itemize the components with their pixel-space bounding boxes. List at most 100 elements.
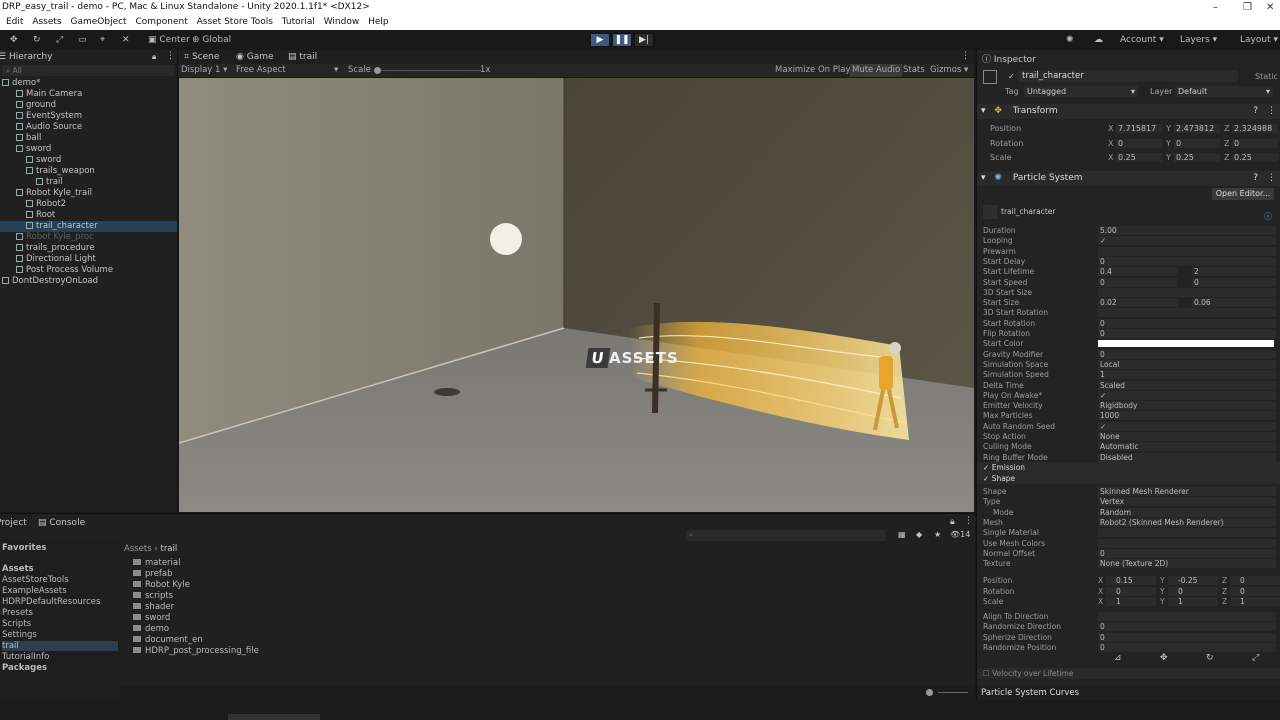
icon-size-slider[interactable] (938, 692, 968, 693)
project-file-item[interactable]: HDRP_post_processing_file (133, 646, 259, 656)
static-toggle[interactable]: Static (1255, 72, 1278, 81)
shape-z-field[interactable] (1230, 597, 1280, 606)
shape-rotate-icon[interactable]: ↻ (1206, 653, 1214, 663)
project-tree-item[interactable]: Presets (2, 608, 33, 618)
hierarchy-row[interactable]: Directional Light (0, 254, 177, 265)
hierarchy-row[interactable]: Robot2 (0, 199, 177, 210)
project-file-item[interactable]: prefab (133, 569, 173, 579)
menu-help[interactable]: Help (368, 17, 389, 27)
tab-scene[interactable]: ⌗ Scene (184, 52, 219, 62)
project-file-item[interactable]: document_en (133, 635, 203, 645)
hierarchy-row[interactable]: Main Camera (0, 89, 177, 100)
ps-prop-field[interactable] (1098, 432, 1276, 441)
ps-prop-field[interactable] (1098, 256, 1276, 266)
pivot-center-button[interactable]: ▣ Center (148, 33, 190, 47)
project-file-item[interactable]: demo (133, 624, 169, 634)
hierarchy-row[interactable]: demo* (0, 78, 177, 89)
project-file-item[interactable]: shader (133, 602, 174, 612)
minimize-icon[interactable]: – (1213, 0, 1218, 15)
close-icon[interactable]: ✕ (1266, 0, 1274, 15)
shape-move-icon[interactable]: ✥ (1160, 653, 1168, 663)
pause-button[interactable]: ❚❚ (612, 33, 632, 47)
hierarchy-search-input[interactable]: ⌕ All (2, 65, 174, 76)
tab-trail[interactable]: ▤ trail (288, 52, 317, 62)
tab-project[interactable]: Project (0, 518, 27, 528)
layers-dropdown[interactable]: Layers ▾ (1180, 33, 1217, 47)
tab-inspector[interactable]: ⓘ Inspector (982, 52, 1036, 65)
tab-game[interactable]: ◉ Game (236, 52, 274, 62)
more-menu-icon[interactable]: ⋮ (166, 51, 175, 61)
hierarchy-row[interactable]: sword (0, 144, 177, 155)
ps-prop-field[interactable] (1098, 411, 1276, 421)
menu-tutorial[interactable]: Tutorial (282, 17, 315, 27)
hierarchy-row[interactable]: Audio Source (0, 122, 177, 133)
project-file-item[interactable]: material (133, 558, 180, 568)
velocity-lifetime-header[interactable]: ☐ Velocity over Lifetime (977, 668, 1280, 679)
hierarchy-tab[interactable]: ☰ Hierarchy (0, 52, 52, 62)
play-button[interactable]: ▶ (590, 33, 610, 47)
ps-prop-field[interactable] (1098, 548, 1276, 558)
scale-tool-icon[interactable]: ⤢ (56, 33, 63, 47)
tab-console[interactable]: ▤ Console (38, 518, 85, 528)
project-tree-item[interactable]: ExampleAssets (2, 586, 67, 596)
stats-toggle[interactable]: Stats (903, 64, 925, 77)
project-tree-item[interactable]: HDRPDefaultResources (2, 597, 100, 607)
ps-prop-field[interactable] (1098, 287, 1276, 297)
hierarchy-row[interactable]: ground (0, 100, 177, 111)
breadcrumb-trail[interactable]: trail (160, 544, 177, 554)
ps-prop-field[interactable] (1098, 349, 1276, 359)
assets-root[interactable]: Assets (2, 564, 34, 574)
hierarchy-row[interactable]: Robot Kyle_proc (0, 232, 177, 243)
filter-label-icon[interactable]: ◆ (916, 530, 922, 539)
menu-window[interactable]: Window (324, 17, 360, 27)
project-tree-item[interactable]: trail (2, 641, 118, 651)
menu-asset-store-tools[interactable]: Asset Store Tools (197, 17, 273, 27)
scale-slider[interactable] (376, 70, 481, 71)
shape-z-field[interactable] (1230, 576, 1280, 585)
project-tree-item[interactable]: Settings (2, 630, 37, 640)
project-tree-item[interactable]: Scripts (2, 619, 31, 629)
open-editor-button[interactable]: Open Editor... (1212, 188, 1274, 200)
lock-icon[interactable]: 🔒︎ (152, 52, 156, 62)
ps-prop-field[interactable] (1098, 421, 1276, 431)
hierarchy-row[interactable]: EventSystem (0, 111, 177, 122)
rotate-tool-icon[interactable]: ↻ (33, 33, 41, 47)
ps-prop-field[interactable] (1098, 538, 1276, 548)
hierarchy-row[interactable]: Robot Kyle_trail (0, 188, 177, 199)
component-menu-icon[interactable]: ⋮ (1267, 104, 1276, 119)
hierarchy-row[interactable]: ball (0, 133, 177, 144)
start-color-swatch[interactable] (1098, 340, 1274, 347)
breadcrumb-assets[interactable]: Assets (124, 544, 152, 554)
transform-header[interactable]: ▾ ✥ Transform ? ⋮ (977, 104, 1280, 119)
aspect-chevron-icon[interactable]: ▾ (334, 64, 338, 77)
tag-dropdown[interactable]: Untagged ▾ (1024, 86, 1138, 97)
ps-prop-field[interactable] (1098, 632, 1276, 642)
custom-tool-icon[interactable]: ✕ (122, 33, 130, 47)
menu-edit[interactable]: Edit (6, 17, 23, 27)
project-tree-item[interactable]: AssetStoreTools (2, 575, 69, 585)
step-button[interactable]: ▶| (634, 33, 654, 47)
hierarchy-row[interactable]: Post Process Volume (0, 265, 177, 276)
aspect-dropdown[interactable]: Free Aspect (236, 64, 286, 77)
ps-prop-field[interactable] (1098, 226, 1276, 235)
pivot-global-button[interactable]: ⊕ Global (192, 33, 231, 47)
ps-prop-field[interactable] (1098, 308, 1276, 318)
shape-y-field[interactable] (1168, 586, 1218, 596)
display-dropdown[interactable]: Display 1 ▾ (181, 64, 227, 77)
project-tree-item[interactable]: TutorialInfo (2, 652, 49, 662)
layer-dropdown[interactable]: Default ▾ (1175, 86, 1273, 97)
rect-tool-icon[interactable]: ▭ (78, 33, 87, 47)
move-tool-icon[interactable]: ✥ (10, 33, 18, 47)
project-search-input[interactable]: ⌕ (686, 530, 886, 541)
project-lock-icon[interactable]: 🔒︎ (950, 517, 955, 527)
project-more-icon[interactable]: ⋮ (964, 516, 973, 526)
layout-dropdown[interactable]: Layout ▾ (1240, 33, 1278, 47)
ps-prop-field[interactable] (1098, 318, 1276, 328)
favorite-star-icon[interactable]: ★ (934, 530, 941, 539)
project-file-item[interactable]: scripts (133, 591, 173, 601)
emission-module-header[interactable]: ✓ Emission (977, 462, 1280, 473)
ps-prop-field[interactable] (1098, 236, 1276, 246)
shape-scale-icon[interactable]: ⤢ (1252, 653, 1259, 663)
hierarchy-row[interactable]: DontDestroyOnLoad (0, 276, 177, 287)
maximize-on-play-toggle[interactable]: Maximize On Play (775, 64, 850, 77)
